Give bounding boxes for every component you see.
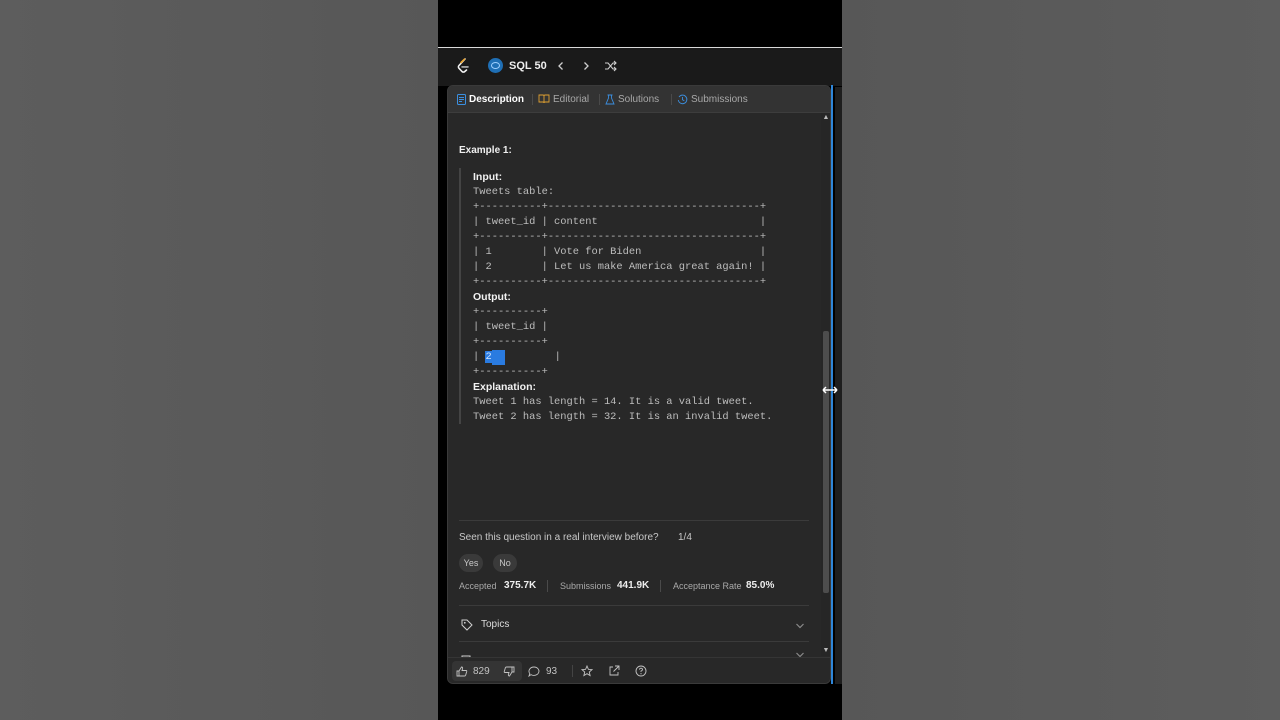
companies-accordion-peek[interactable] <box>459 649 809 657</box>
top-bar: SQL 50 <box>438 47 842 86</box>
output-table-border: +----------+ <box>473 366 548 378</box>
tag-icon <box>461 619 473 631</box>
star-icon <box>581 665 593 677</box>
topics-label: Topics <box>481 619 510 630</box>
example-title: Example 1: <box>459 145 512 156</box>
acceptance-rate-value: 85.0% <box>746 580 775 591</box>
input-table-header: | tweet_id | content | <box>473 216 767 228</box>
divider <box>459 520 809 521</box>
study-plan-icon <box>488 58 503 73</box>
comments-button[interactable]: 93 <box>528 662 557 680</box>
submissions-value: 441.9K <box>617 580 650 591</box>
scroll-up-icon[interactable]: ▲ <box>822 114 830 122</box>
footer-separator <box>572 665 573 677</box>
output-table-border: +----------+ <box>473 306 548 318</box>
panel-tabs: Description Editorial Solutions Submissi… <box>448 86 830 113</box>
shuffle-icon <box>604 60 617 72</box>
tab-solutions[interactable]: Solutions <box>605 86 659 112</box>
app-window: SQL 50 Description Editorial Solutions S… <box>438 0 842 720</box>
chevron-left-icon <box>558 62 563 70</box>
output-table-header: | tweet_id | <box>473 321 548 333</box>
comment-icon <box>528 666 540 677</box>
stat-separator <box>547 580 548 592</box>
share-button[interactable] <box>608 662 620 680</box>
next-question-button[interactable] <box>577 57 595 75</box>
acceptance-rate-label: Acceptance Rate <box>673 581 742 591</box>
scrollbar-thumb[interactable] <box>823 331 829 593</box>
description-panel: Description Editorial Solutions Submissi… <box>447 85 831 684</box>
like-count: 829 <box>473 665 490 677</box>
accepted-value: 375.7K <box>504 580 537 591</box>
external-link-icon <box>609 665 620 676</box>
flask-icon <box>605 94 615 104</box>
interview-count: 1/4 <box>678 532 692 543</box>
topics-accordion[interactable]: Topics <box>459 616 809 636</box>
explanation-line: Tweet 2 has length = 32. It is an invali… <box>473 411 773 423</box>
table-caption: Tweets table: <box>473 186 555 198</box>
tab-separator <box>599 94 600 105</box>
tab-editorial[interactable]: Editorial <box>538 86 589 112</box>
divider <box>459 641 809 642</box>
tab-separator <box>671 94 672 105</box>
tab-description[interactable]: Description <box>457 86 524 112</box>
book-icon <box>538 94 550 104</box>
random-question-button[interactable] <box>601 57 619 75</box>
stat-separator <box>660 580 661 592</box>
no-button[interactable]: No <box>493 554 517 572</box>
comment-count: 93 <box>546 665 558 677</box>
output-table-row[interactable]: | 2 | <box>473 350 561 365</box>
history-icon <box>677 94 688 104</box>
chevron-down-icon <box>796 623 804 629</box>
question-circle-icon <box>635 665 647 677</box>
help-button[interactable] <box>635 662 647 680</box>
description-content: Example 1: Input: Tweets table: +-------… <box>448 113 820 657</box>
input-table-border: +----------+----------------------------… <box>473 201 767 213</box>
favorite-button[interactable] <box>581 662 593 680</box>
input-table-border: +----------+----------------------------… <box>473 276 767 288</box>
input-table-row: | 2 | Let us make America great again! | <box>473 261 767 273</box>
yes-button[interactable]: Yes <box>459 554 483 572</box>
resize-cursor-icon <box>822 386 838 394</box>
example-block: Input: Tweets table: +----------+-------… <box>459 168 781 424</box>
chevron-right-icon <box>584 62 589 70</box>
prev-question-button[interactable] <box>552 57 570 75</box>
right-backdrop <box>842 0 1280 720</box>
thumbs-up-icon <box>456 666 468 676</box>
interview-question: Seen this question in a real interview b… <box>459 532 659 543</box>
study-plan-title[interactable]: SQL 50 <box>509 60 547 72</box>
explanation-line: Tweet 1 has length = 14. It is a valid t… <box>473 396 754 408</box>
input-label: Input: <box>473 171 503 183</box>
left-backdrop <box>0 0 438 720</box>
tab-separator <box>532 94 533 105</box>
submissions-label: Submissions <box>560 581 612 591</box>
panel-footer: 829 93 <box>448 657 830 683</box>
tab-submissions[interactable]: Submissions <box>677 86 748 112</box>
divider <box>459 605 809 606</box>
explanation-label: Explanation: <box>473 381 537 393</box>
like-button[interactable]: 829 <box>456 662 490 680</box>
input-table-row: | 1 | Vote for Biden | <box>473 246 767 258</box>
document-icon <box>457 93 466 105</box>
leetcode-logo-icon[interactable] <box>455 58 471 74</box>
output-table-border: +----------+ <box>473 336 548 348</box>
input-table-border: +----------+----------------------------… <box>473 231 767 243</box>
output-label: Output: <box>473 291 511 303</box>
scroll-down-icon[interactable]: ▼ <box>822 647 830 655</box>
thumbs-down-icon <box>503 666 515 676</box>
accepted-label: Accepted <box>459 581 497 591</box>
dislike-button[interactable] <box>503 662 515 680</box>
